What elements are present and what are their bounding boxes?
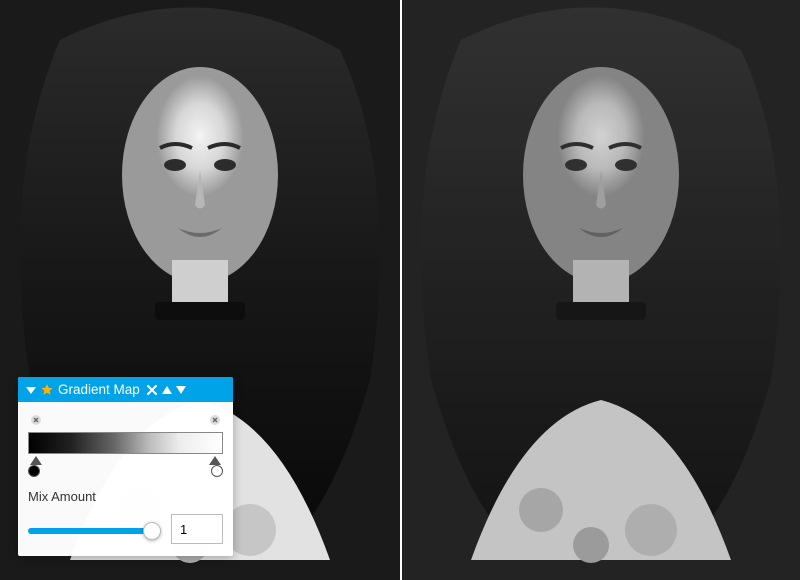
remove-left-stop-icon[interactable] bbox=[28, 412, 44, 428]
panel-body: Mix Amount bbox=[18, 402, 233, 556]
mix-amount-label: Mix Amount bbox=[28, 489, 223, 504]
gradient-map-panel: Gradient Map bbox=[18, 377, 233, 556]
gradient-stop-pointer-right[interactable] bbox=[209, 456, 221, 465]
collapse-down-icon[interactable] bbox=[176, 386, 186, 394]
expand-icon[interactable] bbox=[26, 385, 36, 395]
close-icon[interactable] bbox=[146, 384, 158, 396]
star-icon bbox=[40, 383, 54, 397]
panel-title: Gradient Map bbox=[58, 382, 140, 397]
image-pane-left: Gradient Map bbox=[0, 0, 400, 580]
remove-right-stop-icon[interactable] bbox=[207, 412, 223, 428]
gradient-stop-pointers bbox=[28, 454, 223, 465]
gradient-stop-swatches bbox=[28, 465, 223, 483]
gradient-stop-swatch-left[interactable] bbox=[28, 465, 40, 477]
portrait-image-right bbox=[402, 0, 800, 580]
image-pane-right: Duotone Shadows Color Highlights Color M… bbox=[400, 0, 800, 580]
panel-header[interactable]: Gradient Map bbox=[18, 377, 233, 402]
mix-amount-slider-input[interactable] bbox=[28, 528, 161, 534]
gradient-stop-remove-row bbox=[28, 412, 223, 428]
gradient-stop-pointer-left[interactable] bbox=[30, 456, 42, 465]
mix-amount-input[interactable] bbox=[171, 514, 223, 544]
mix-amount-row bbox=[28, 514, 223, 544]
gradient-stop-swatch-right[interactable] bbox=[211, 465, 223, 477]
mix-amount-slider[interactable] bbox=[28, 522, 161, 537]
collapse-up-icon[interactable] bbox=[162, 386, 172, 394]
gradient-preview-bar[interactable] bbox=[28, 432, 223, 454]
